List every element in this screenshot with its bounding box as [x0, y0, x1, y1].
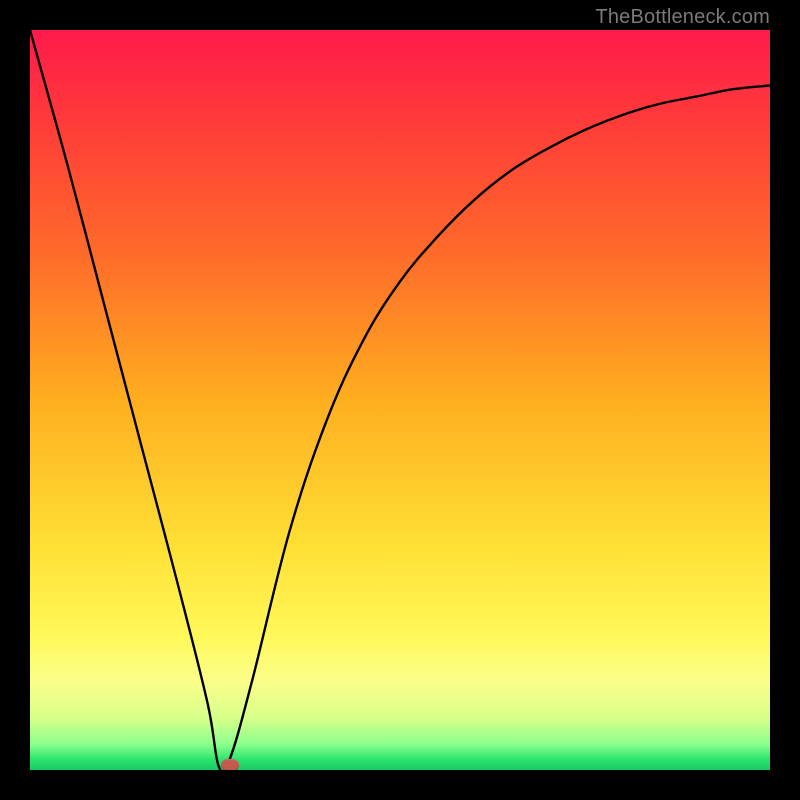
watermark-text: TheBottleneck.com: [595, 6, 770, 29]
bottleneck-curve: [30, 30, 770, 770]
chart-frame: TheBottleneck.com: [0, 0, 800, 800]
plot-area: [30, 30, 770, 770]
current-point-marker: [221, 759, 239, 770]
